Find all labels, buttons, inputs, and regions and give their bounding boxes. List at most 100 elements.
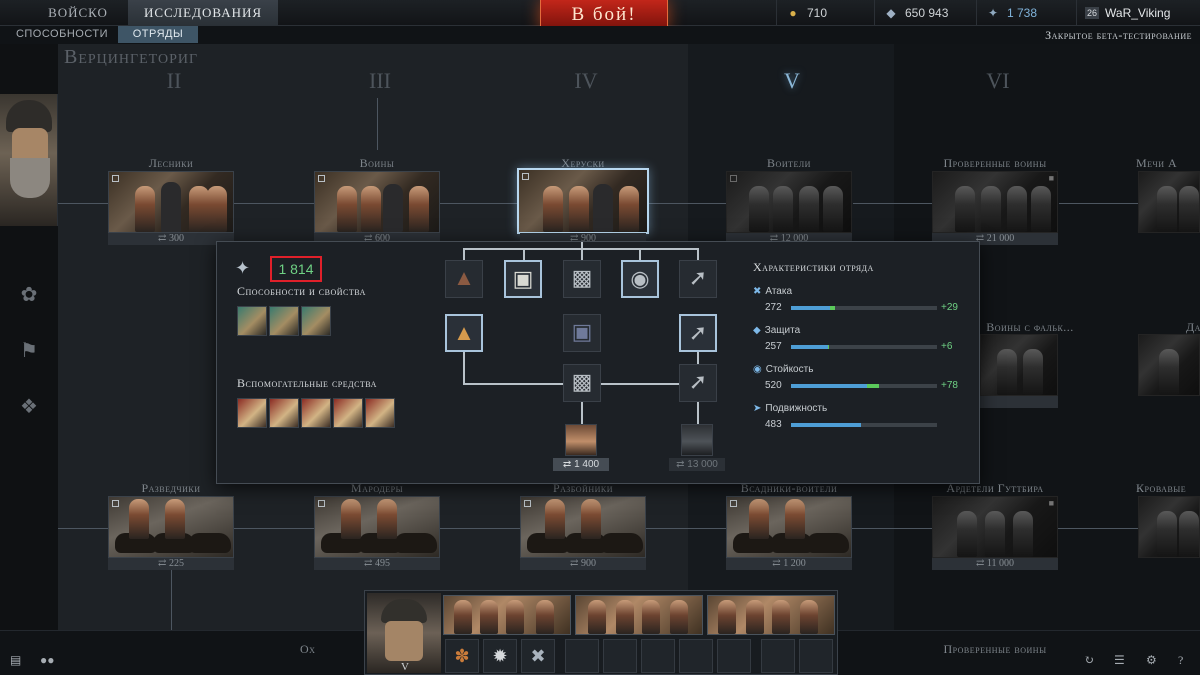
unit-card-lesniki[interactable] bbox=[108, 171, 234, 233]
player-profile[interactable]: 26 WaR_Viking bbox=[1076, 0, 1200, 26]
helmet-icon[interactable]: ◉ bbox=[621, 260, 659, 298]
ability-icon[interactable] bbox=[301, 306, 331, 336]
lock-icon: ■ bbox=[1048, 498, 1054, 508]
unit-card-razboiniki[interactable] bbox=[520, 496, 646, 558]
silver-resource[interactable]: ◆ 650 943 bbox=[874, 0, 974, 26]
gold-resource[interactable]: ● 710 bbox=[776, 0, 872, 26]
shield-icon: ◆ bbox=[753, 325, 761, 336]
squad-panel: V ✽ ✹ ✖ bbox=[364, 590, 838, 675]
squad-slot[interactable] bbox=[443, 595, 571, 635]
unit-title: Лесники bbox=[148, 156, 194, 170]
squad-leader-portrait[interactable]: V bbox=[367, 593, 441, 673]
empty-slot[interactable] bbox=[717, 639, 751, 673]
running-icon: ➤ bbox=[753, 403, 762, 414]
auxiliary-icon[interactable] bbox=[269, 398, 299, 428]
owl-icon[interactable]: ✿ bbox=[12, 282, 46, 307]
auxiliary-icon[interactable] bbox=[333, 398, 363, 428]
unit-card-voiny-s-falks[interactable] bbox=[980, 334, 1058, 396]
squad-ability-icon[interactable]: ✖ bbox=[521, 639, 555, 673]
next-unit-cost: ⇄ 1 400 bbox=[553, 458, 609, 471]
leader-name: Верцингеториг bbox=[64, 46, 199, 68]
experience-eagle-icon: ✦ bbox=[235, 258, 251, 278]
history-icon[interactable]: ↻ bbox=[1084, 653, 1094, 668]
auxiliary-icon[interactable] bbox=[301, 398, 331, 428]
unit-cost: ⇄ 900 bbox=[520, 558, 646, 570]
tunic-icon[interactable]: ▣ bbox=[563, 314, 601, 352]
unit-detail-panel: ✦ 1 814 Способности и свойства Вспомогат… bbox=[216, 241, 980, 484]
lock-icon: ■ bbox=[1048, 173, 1054, 183]
empty-slot[interactable] bbox=[565, 639, 599, 673]
experience-resource[interactable]: ✦ 1 738 bbox=[976, 0, 1076, 26]
unit-title: Мечи А bbox=[1136, 156, 1178, 170]
squad-era: V bbox=[401, 661, 409, 673]
squad-settings-icon[interactable]: ☰ bbox=[1114, 653, 1125, 668]
unit-cost: ⇄ 11 000 bbox=[932, 558, 1058, 570]
ability-icon[interactable] bbox=[237, 306, 267, 336]
help-icon[interactable]: ? bbox=[1178, 653, 1183, 668]
javelin-icon[interactable]: ➚ bbox=[679, 364, 717, 402]
squad-slot[interactable] bbox=[707, 595, 835, 635]
partial-unit-title: Ох bbox=[300, 642, 316, 656]
chat-icon[interactable]: ▤ bbox=[10, 653, 21, 668]
warrior-portrait-icon[interactable] bbox=[565, 424, 597, 456]
unit-card-ardeteli[interactable]: ■ bbox=[932, 496, 1058, 558]
tab-research[interactable]: Исследования bbox=[128, 0, 278, 26]
trousers-icon[interactable]: ▣ bbox=[504, 260, 542, 298]
unit-card-heruski-selected[interactable] bbox=[517, 168, 649, 234]
era-header: IV bbox=[574, 68, 598, 93]
abilities-heading: Способности и свойства bbox=[237, 284, 366, 298]
empty-slot[interactable] bbox=[761, 639, 795, 673]
empty-slot[interactable] bbox=[679, 639, 713, 673]
chainmail-icon[interactable]: ▩ bbox=[563, 364, 601, 402]
unit-card-voiteli[interactable] bbox=[726, 171, 852, 233]
hood-icon[interactable]: ▲ bbox=[445, 260, 483, 298]
tab-army[interactable]: Войско bbox=[30, 0, 126, 26]
leader-portrait[interactable] bbox=[0, 94, 58, 226]
armor-icon[interactable]: ▩ bbox=[563, 260, 601, 298]
beta-status-label: Закрытое бета-тестирование bbox=[1045, 28, 1192, 42]
empty-slot[interactable] bbox=[799, 639, 833, 673]
unit-card-proverennye-voiny[interactable]: ■ bbox=[932, 171, 1058, 233]
tab-units[interactable]: Отряды bbox=[118, 26, 198, 43]
tab-abilities[interactable]: Способности bbox=[10, 26, 114, 43]
eagle-emblem-icon[interactable]: ❖ bbox=[12, 394, 46, 419]
auxiliary-icon[interactable] bbox=[365, 398, 395, 428]
unit-card-mechi[interactable] bbox=[1138, 171, 1200, 233]
empty-slot[interactable] bbox=[603, 639, 637, 673]
unit-card-marodery[interactable] bbox=[314, 496, 440, 558]
unit-card-voiny[interactable] bbox=[314, 171, 440, 233]
auxiliary-heading: Вспомогательные средства bbox=[237, 376, 377, 390]
unit-card-da[interactable] bbox=[1138, 334, 1200, 396]
unit-title: Да bbox=[1186, 320, 1200, 334]
empty-slot[interactable] bbox=[641, 639, 675, 673]
gear-icon[interactable]: ⚙ bbox=[1146, 653, 1157, 668]
unit-cost: ⇄ 495 bbox=[314, 558, 440, 570]
spear-icon[interactable]: ➚ bbox=[679, 260, 717, 298]
ability-icon[interactable] bbox=[269, 306, 299, 336]
friends-icon[interactable]: ●● bbox=[40, 653, 55, 668]
next-unit-cost: ⇄ 13 000 bbox=[669, 458, 725, 471]
gold-icon: ● bbox=[789, 6, 797, 20]
unit-card-vsadniki-voiteli[interactable] bbox=[726, 496, 852, 558]
unit-card-razvedchiki[interactable] bbox=[108, 496, 234, 558]
player-name: WaR_Viking bbox=[1105, 6, 1171, 20]
era-header: III bbox=[369, 68, 391, 93]
stat-defense: ◆ Защита 257 +6 bbox=[753, 325, 953, 352]
unit-cost: ⇄ 225 bbox=[108, 558, 234, 570]
cap-icon[interactable]: ▲ bbox=[445, 314, 483, 352]
squad-slot[interactable] bbox=[575, 595, 703, 635]
armored-warrior-portrait-icon[interactable] bbox=[681, 424, 713, 456]
experience-value: 1 738 bbox=[1007, 6, 1038, 20]
squad-ability-icon[interactable]: ✽ bbox=[445, 639, 479, 673]
spears-icon[interactable]: ➚ bbox=[679, 314, 717, 352]
unit-title: Воители bbox=[767, 156, 811, 170]
boar-icon[interactable]: ⚑ bbox=[12, 338, 46, 363]
partial-unit-title: Проверенные воины bbox=[943, 642, 1047, 656]
unit-title: Воины с фальк... bbox=[986, 320, 1074, 334]
squad-ability-icon[interactable]: ✹ bbox=[483, 639, 517, 673]
research-cost-value: 1 814 bbox=[270, 256, 322, 282]
silver-icon: ◆ bbox=[886, 6, 896, 20]
era-header-active: V bbox=[784, 68, 800, 93]
auxiliary-icon[interactable] bbox=[237, 398, 267, 428]
unit-card-krovavye[interactable] bbox=[1138, 496, 1200, 558]
